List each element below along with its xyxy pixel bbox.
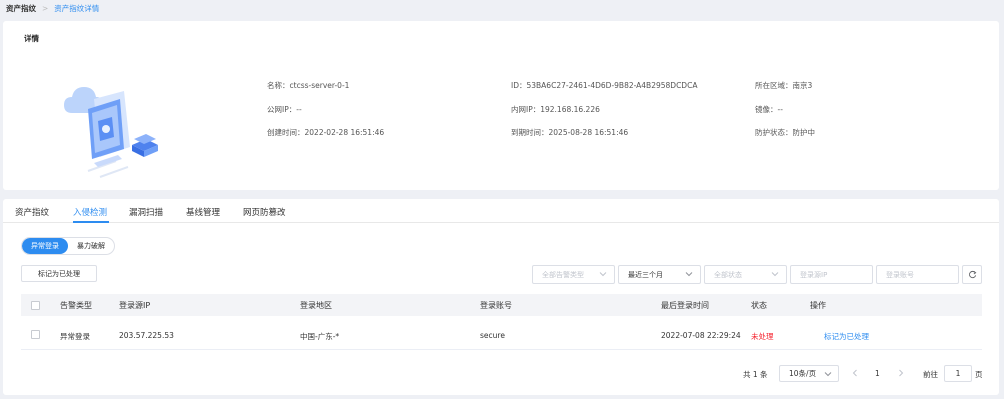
tab-baseline[interactable]: 基线管理 bbox=[186, 206, 220, 218]
asset-image: 镜像：-- bbox=[755, 105, 783, 114]
alert-type-value: 全部告警类型 bbox=[542, 270, 584, 279]
login-ip-input[interactable]: 登录源IP bbox=[790, 265, 873, 284]
asset-region: 所在区域：南京3 bbox=[755, 81, 813, 90]
time-range-value: 最近三个月 bbox=[628, 270, 663, 279]
refresh-button[interactable] bbox=[962, 265, 982, 284]
table-header: 告警类型 登录源IP 登录地区 登录账号 最后登录时间 状态 操作 bbox=[21, 294, 982, 316]
server-illustration-icon bbox=[58, 69, 168, 181]
cell-alert-type: 异常登录 bbox=[60, 332, 90, 341]
mark-handled-button[interactable]: 标记为已处理 bbox=[21, 265, 97, 282]
alert-type-select[interactable]: 全部告警类型 bbox=[532, 265, 615, 284]
status-value: 全部状态 bbox=[714, 270, 742, 279]
header-status: 状态 bbox=[751, 301, 767, 310]
detail-title: 详情 bbox=[24, 34, 39, 43]
time-range-select[interactable]: 最近三个月 bbox=[618, 265, 701, 284]
goto-suffix: 页 bbox=[975, 370, 983, 379]
asset-created-time: 创建时间：2022-02-28 16:51:46 bbox=[267, 128, 385, 137]
asset-id: ID：53BA6C27-2461-4D6D-9B82-A4B2958DCDCA bbox=[511, 81, 698, 90]
header-login-region: 登录地区 bbox=[300, 301, 332, 310]
cell-last-login-time: 2022-07-08 22:29:24 bbox=[661, 331, 741, 340]
status-select[interactable]: 全部状态 bbox=[704, 265, 787, 284]
row-checkbox[interactable] bbox=[31, 330, 40, 339]
page-number-current[interactable]: 1 bbox=[875, 369, 880, 378]
asset-protection-status: 防护状态：防护中 bbox=[755, 128, 815, 137]
login-type-switch: 异常登录 暴力破解 bbox=[21, 237, 115, 255]
tab-vuln-scan[interactable]: 漏洞扫描 bbox=[129, 206, 163, 218]
asset-expire-time: 到期时间：2025-08-28 16:51:46 bbox=[511, 128, 629, 137]
goto-label: 前往 bbox=[923, 370, 938, 379]
header-login-ip: 登录源IP bbox=[119, 301, 151, 310]
next-page-icon[interactable] bbox=[897, 369, 905, 377]
tab-web-tamper[interactable]: 网页防篡改 bbox=[243, 206, 286, 218]
page-size-select[interactable]: 10条/页 bbox=[779, 365, 839, 382]
detection-card: 资产指纹 入侵检测 漏洞扫描 基线管理 网页防篡改 异常登录 暴力破解 标记为已… bbox=[3, 199, 999, 395]
chevron-down-icon bbox=[599, 272, 607, 277]
asset-private-ip: 内网IP：192.168.16.226 bbox=[511, 105, 600, 114]
pagination-total: 共 1 条 bbox=[743, 370, 768, 379]
cell-login-ip: 203.57.225.53 bbox=[119, 331, 174, 340]
breadcrumb-root[interactable]: 资产指纹 bbox=[6, 3, 36, 14]
tab-asset-fingerprint[interactable]: 资产指纹 bbox=[15, 206, 49, 218]
header-actions: 操作 bbox=[810, 301, 826, 310]
segment-brute-force[interactable]: 暴力破解 bbox=[68, 238, 114, 254]
breadcrumb-separator: > bbox=[42, 3, 49, 13]
mark-handled-link[interactable]: 标记为已处理 bbox=[824, 331, 869, 342]
table-row: 异常登录 203.57.225.53 中国-广东-* secure 2022-0… bbox=[21, 320, 982, 350]
detail-card: 详情 名称：ctcss-server-0-1 ID：53BA6C27-2461-… bbox=[3, 21, 999, 190]
header-last-login-time: 最后登录时间 bbox=[661, 301, 709, 310]
tab-bar: 资产指纹 入侵检测 漏洞扫描 基线管理 网页防篡改 bbox=[3, 199, 999, 223]
asset-name: 名称：ctcss-server-0-1 bbox=[267, 81, 350, 90]
header-alert-type: 告警类型 bbox=[60, 301, 92, 310]
chevron-down-icon bbox=[824, 372, 832, 377]
cell-status: 未处理 bbox=[751, 332, 774, 341]
segment-abnormal-login[interactable]: 异常登录 bbox=[22, 238, 68, 254]
prev-page-icon[interactable] bbox=[851, 369, 859, 377]
goto-page-value: 1 bbox=[955, 369, 961, 378]
login-account-placeholder: 登录账号 bbox=[886, 270, 914, 279]
login-ip-placeholder: 登录源IP bbox=[800, 270, 828, 279]
goto-page-input[interactable]: 1 bbox=[944, 365, 972, 382]
tab-active-indicator bbox=[73, 221, 109, 223]
asset-public-ip: 公网IP：-- bbox=[267, 105, 302, 114]
select-all-checkbox[interactable] bbox=[31, 301, 40, 310]
cell-login-account: secure bbox=[480, 331, 505, 340]
login-account-input[interactable]: 登录账号 bbox=[876, 265, 959, 284]
header-login-account: 登录账号 bbox=[480, 301, 512, 310]
refresh-icon bbox=[968, 270, 976, 279]
chevron-down-icon bbox=[771, 272, 779, 277]
chevron-down-icon bbox=[685, 272, 693, 277]
breadcrumb: 资产指纹 > 资产指纹详情 bbox=[6, 2, 99, 14]
cell-login-region: 中国-广东-* bbox=[300, 332, 340, 341]
breadcrumb-current: 资产指纹详情 bbox=[54, 3, 100, 13]
tab-intrusion-detection[interactable]: 入侵检测 bbox=[73, 206, 107, 218]
page-size-value: 10条/页 bbox=[789, 369, 817, 378]
